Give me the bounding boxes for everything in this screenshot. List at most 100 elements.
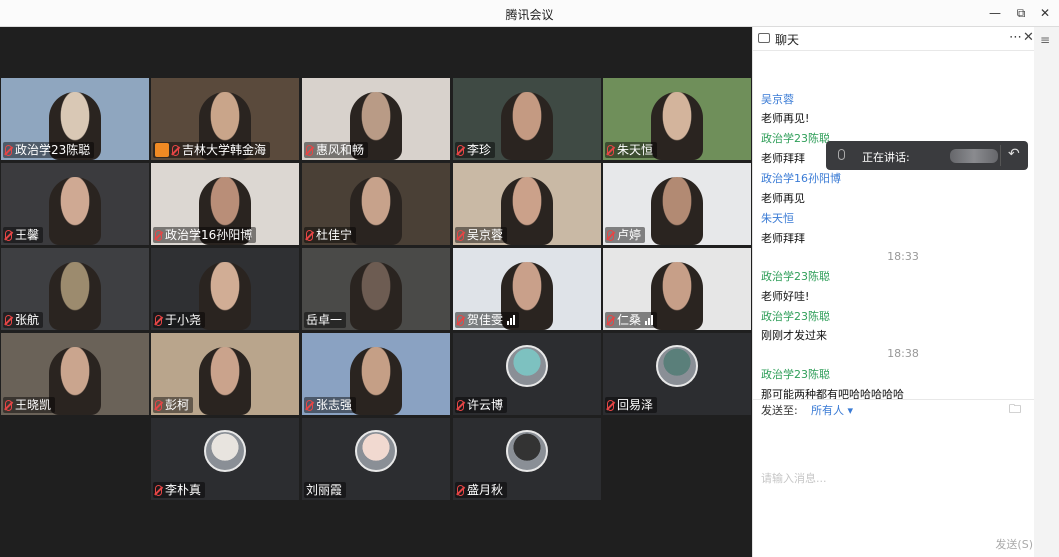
participant-video-feed: [350, 177, 402, 245]
title-bar: 腾讯会议 — ⧉ ✕: [0, 0, 1059, 27]
participant-name: 张航: [15, 313, 40, 327]
participant-tile[interactable]: 李珍: [453, 78, 601, 160]
participant-name: 杜佳宁: [316, 228, 353, 242]
chat-input[interactable]: [753, 423, 1059, 533]
participant-name: 许云博: [467, 398, 504, 412]
participant-name-label: 朱天恒: [605, 142, 658, 158]
chat-sender-name: 朱天恒: [761, 212, 794, 225]
participant-avatar: [506, 430, 548, 472]
send-button[interactable]: 发送(S): [993, 536, 1033, 552]
host-icon: [155, 143, 169, 157]
mic-muted-icon: [172, 144, 179, 156]
file-icon[interactable]: 🗀: [1009, 400, 1021, 421]
chat-message-text: 老师拜拜: [761, 232, 805, 245]
mic-muted-icon: [5, 144, 12, 156]
participant-tile[interactable]: 惠风和畅: [302, 78, 450, 160]
participant-name-label: 彭柯: [153, 397, 194, 413]
chat-message-text: 老师再见: [761, 192, 805, 205]
mic-muted-icon: [457, 229, 464, 241]
participant-tile[interactable]: 王馨: [1, 163, 149, 245]
mic-muted-icon: [155, 314, 162, 326]
participant-tile[interactable]: 朱天恒: [603, 78, 751, 160]
participant-tile[interactable]: 许云博: [453, 333, 601, 415]
participant-name: 卢婷: [617, 228, 642, 242]
participant-tile[interactable]: 王晓凯: [1, 333, 149, 415]
participant-name-label: 刘丽霞: [304, 482, 347, 498]
participant-tile[interactable]: 李朴真: [151, 418, 299, 500]
send-to-select[interactable]: 所有人 ▾: [811, 402, 853, 418]
participant-video-feed: [501, 92, 553, 160]
participant-name: 朱天恒: [617, 143, 654, 157]
participant-tile[interactable]: 于小尧: [151, 248, 299, 330]
participant-name-label: 李珍: [455, 142, 496, 158]
send-to-bar: 发送至: 所有人 ▾ 🗀 ◫: [753, 399, 1059, 423]
participant-video-feed: [199, 347, 251, 415]
participant-tile[interactable]: 盛月秋: [453, 418, 601, 500]
menu-icon[interactable]: ≡: [1040, 33, 1050, 47]
chat-message-text: 老师好哇!: [761, 290, 810, 303]
chat-sender-name: 政治学16孙阳博: [761, 172, 841, 185]
mic-muted-icon: [607, 399, 614, 411]
participant-tile[interactable]: 张志强: [302, 333, 450, 415]
participant-name-label: 回易泽: [605, 397, 658, 413]
chat-sender-name: 政治学23陈聪: [761, 368, 830, 381]
mic-muted-icon: [306, 229, 313, 241]
chat-sender-name: 政治学23陈聪: [761, 270, 830, 283]
chat-sender-name: 吴京蓉: [761, 93, 794, 106]
close-window-button[interactable]: ✕: [1036, 4, 1054, 22]
participant-name-label: 王晓凯: [3, 397, 56, 413]
participant-tile[interactable]: 杜佳宁: [302, 163, 450, 245]
mic-muted-icon: [457, 144, 464, 156]
participant-video-feed: [501, 177, 553, 245]
close-chat-icon[interactable]: ✕: [1023, 30, 1034, 45]
participant-video-feed: [49, 347, 101, 415]
mic-muted-icon: [155, 484, 162, 496]
mic-muted-icon: [607, 144, 614, 156]
participant-name: 贺佳雯: [467, 313, 504, 327]
participant-tile[interactable]: 政治学16孙阳博: [151, 163, 299, 245]
participant-name-label: 政治学16孙阳博: [153, 227, 257, 243]
participant-name-label: 许云博: [455, 397, 508, 413]
participant-name: 吴京蓉: [467, 228, 504, 242]
participant-video-feed: [49, 177, 101, 245]
participant-tile[interactable]: 张航: [1, 248, 149, 330]
participant-tile[interactable]: 岳卓一: [302, 248, 450, 330]
chat-sender-name: 政治学23陈聪: [761, 132, 830, 145]
participant-avatar: [204, 430, 246, 472]
maximize-button[interactable]: ⧉: [1012, 4, 1030, 22]
participant-avatar: [506, 345, 548, 387]
mic-muted-icon: [5, 314, 12, 326]
participant-avatar: [656, 345, 698, 387]
participant-tile[interactable]: 卢婷: [603, 163, 751, 245]
chat-message-text: 刚刚才发过来: [761, 329, 827, 342]
mic-muted-icon: [5, 399, 12, 411]
participant-name-label: 吴京蓉: [455, 227, 508, 243]
more-options-icon[interactable]: ⋯: [1009, 30, 1022, 45]
participant-tile[interactable]: 贺佳雯: [453, 248, 601, 330]
chat-message-text: 那可能两种都有吧哈哈哈哈哈: [761, 388, 904, 399]
mic-muted-icon: [457, 314, 464, 326]
participant-tile[interactable]: 彭柯: [151, 333, 299, 415]
participant-tile[interactable]: 仁桑: [603, 248, 751, 330]
window-title: 腾讯会议: [505, 8, 554, 22]
participant-tile[interactable]: 吉林大学韩金海: [151, 78, 299, 160]
video-gallery: 政治学23陈聪 吉林大学韩金海 惠风和畅 李珍 朱天恒王馨 政治学16孙阳博 杜佳宁 吴京蓉 卢…: [0, 27, 752, 557]
send-to-label: 发送至:: [761, 404, 798, 417]
participant-tile[interactable]: 刘丽霞: [302, 418, 450, 500]
meeting-window: 腾讯会议 — ⧉ ✕ 政治学23陈聪 吉林大学韩金海 惠风和畅 李珍 朱天恒 王馨 政治学1…: [0, 0, 1059, 557]
participant-tile[interactable]: 回易泽: [603, 333, 751, 415]
speaker-name-blurred: [950, 149, 998, 163]
participant-name: 王馨: [15, 228, 40, 242]
collapse-icon[interactable]: ↶: [1008, 146, 1020, 162]
participant-tile[interactable]: 吴京蓉: [453, 163, 601, 245]
participant-video-feed: [350, 262, 402, 330]
participant-name-label: 张航: [3, 312, 44, 328]
chat-message-text: 老师拜拜: [761, 152, 805, 165]
minimize-button[interactable]: —: [986, 4, 1004, 22]
mic-muted-icon: [607, 314, 614, 326]
participant-name: 盛月秋: [467, 483, 504, 497]
chat-header: 聊天 ⋯ ✕: [753, 27, 1059, 51]
participant-tile[interactable]: 政治学23陈聪: [1, 78, 149, 160]
mic-muted-icon: [607, 229, 614, 241]
participant-avatar: [355, 430, 397, 472]
